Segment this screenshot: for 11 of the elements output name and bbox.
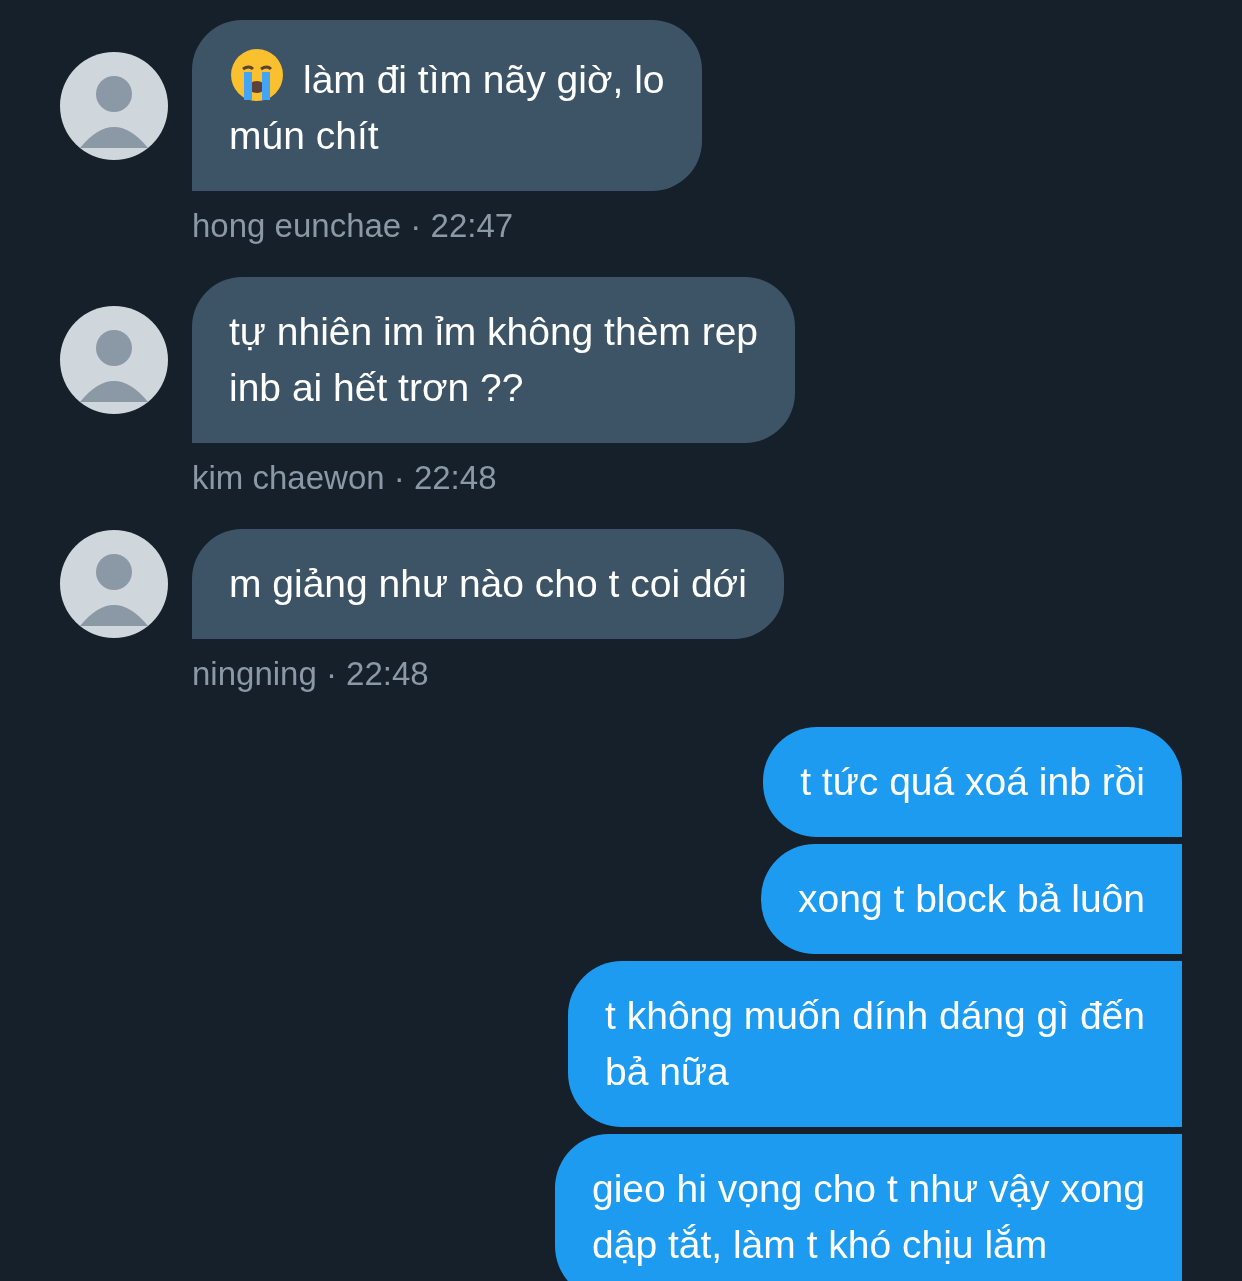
message-bubble: làm đi tìm nãy giờ, lo mún chít [192,20,702,191]
message-bubble: gieo hi vọng cho t như vậy xong dập tắt, làm t khó chịu lắm [555,1134,1182,1281]
message-bubble: m giảng như nào cho t coi dới [192,529,784,639]
message-bubble: tự nhiên im ỉm không thèm rep inb ai hết trơn ?? [192,277,795,443]
message-bubble: xong t block bả luôn [761,844,1182,954]
message-meta: ningning · 22:48 [192,655,430,693]
crying-face-icon [229,47,285,103]
message-bubble: t không muốn dính dáng gì đến bả nữa [568,961,1182,1127]
message-meta: hong eunchae · 22:47 [192,207,515,245]
message-bubble: t tức quá xoá inb rồi [763,727,1182,837]
message-meta: kim chaewon · 22:48 [192,459,498,497]
